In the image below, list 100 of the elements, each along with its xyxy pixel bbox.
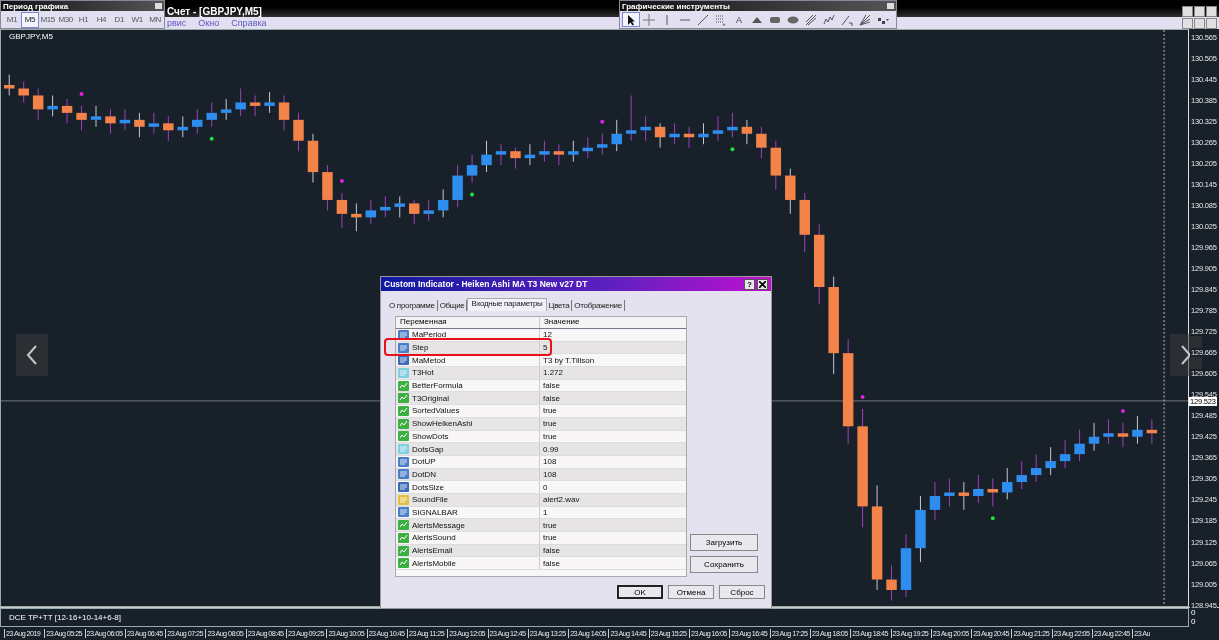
period-button[interactable]: H1 bbox=[74, 12, 93, 27]
parameter-value[interactable]: false bbox=[540, 557, 686, 570]
signal-dot bbox=[860, 395, 865, 399]
candle bbox=[192, 108, 203, 135]
dialog-tab[interactable]: О программе bbox=[387, 300, 438, 311]
candle bbox=[220, 98, 232, 121]
dialog-button[interactable]: Отмена bbox=[668, 585, 714, 599]
signal-dot bbox=[1120, 408, 1125, 413]
minimize-button[interactable] bbox=[1182, 17, 1193, 29]
menu-item[interactable]: Справка bbox=[231, 18, 267, 28]
parameter-value[interactable]: 1 bbox=[540, 506, 686, 519]
period-button[interactable]: M5 bbox=[20, 11, 39, 28]
parameter-value[interactable]: true bbox=[540, 405, 686, 417]
dialog-tab[interactable]: Цвета bbox=[546, 300, 573, 311]
dialog-button[interactable]: OK bbox=[617, 585, 663, 599]
parameter-row[interactable]: T3Hot 1.272 bbox=[396, 367, 686, 380]
candle bbox=[148, 112, 160, 135]
period-button[interactable]: M1 bbox=[3, 12, 21, 27]
candle bbox=[1016, 460, 1027, 490]
signal-dot bbox=[209, 136, 214, 141]
minimize-button[interactable] bbox=[1182, 6, 1193, 17]
parameter-value[interactable]: true bbox=[540, 519, 686, 531]
candle bbox=[409, 199, 420, 225]
candle bbox=[134, 112, 145, 138]
parameter-row[interactable]: DotsGap 0.99 bbox=[396, 443, 686, 456]
window-title: Счет - [GBPJPY,M5] bbox=[167, 6, 262, 17]
parameter-value[interactable]: 1.272 bbox=[540, 367, 686, 379]
parameter-name: BetterFormula bbox=[412, 381, 463, 391]
candle bbox=[597, 133, 608, 156]
previous-button[interactable] bbox=[16, 334, 48, 376]
signal-dot bbox=[600, 119, 605, 124]
bool-type-icon bbox=[398, 431, 409, 442]
period-button[interactable]: M15 bbox=[38, 12, 57, 27]
bool-type-icon bbox=[398, 558, 409, 569]
parameter-name: AlertsSound bbox=[412, 533, 456, 543]
enum-type-icon bbox=[398, 482, 409, 493]
restore-button[interactable] bbox=[1194, 6, 1205, 17]
parameter-value[interactable]: true bbox=[540, 430, 686, 443]
parameter-value[interactable]: T3 by T.Tillson bbox=[540, 354, 686, 367]
parameter-value[interactable]: 108 bbox=[540, 468, 686, 481]
period-button[interactable]: W1 bbox=[128, 12, 147, 27]
parameter-value[interactable]: true bbox=[540, 417, 686, 430]
parameter-row[interactable]: AlertsMessage true bbox=[396, 519, 686, 532]
candle bbox=[32, 88, 44, 121]
menu-item[interactable]: Окно bbox=[198, 18, 220, 28]
dialog-tab[interactable]: Входные параметры bbox=[467, 298, 547, 311]
parameter-name: DotsGap bbox=[412, 444, 444, 454]
dialog-button[interactable]: Сохранить bbox=[690, 556, 758, 573]
period-button[interactable]: M30 bbox=[56, 12, 75, 27]
parameter-row[interactable]: DotsSize 0 bbox=[396, 481, 686, 494]
parameter-name: MaMetod bbox=[412, 355, 446, 365]
parameter-value[interactable]: 12 bbox=[540, 329, 686, 341]
candle bbox=[1132, 415, 1143, 445]
candle bbox=[18, 81, 29, 103]
candle bbox=[683, 126, 695, 149]
dialog-tab[interactable]: Отображение bbox=[572, 300, 625, 311]
parameter-value[interactable]: 108 bbox=[540, 455, 686, 468]
candle bbox=[1030, 453, 1042, 483]
parameter-value[interactable]: 0 bbox=[540, 481, 686, 493]
period-button[interactable]: MN bbox=[146, 12, 165, 27]
double-type-icon bbox=[398, 444, 409, 455]
parameter-value[interactable]: 0.99 bbox=[540, 443, 686, 455]
candle bbox=[105, 108, 116, 135]
parameter-value[interactable]: false bbox=[540, 544, 686, 557]
menu-item[interactable]: рвис bbox=[167, 18, 187, 28]
int-type-icon bbox=[398, 469, 409, 480]
parameter-row[interactable]: T3Original false bbox=[396, 392, 686, 406]
dialog-button[interactable]: Сброс bbox=[719, 585, 765, 599]
candle bbox=[929, 481, 941, 521]
period-button[interactable]: H4 bbox=[92, 12, 111, 27]
candle bbox=[322, 164, 333, 211]
parameter-name: MaPeriod bbox=[412, 330, 447, 340]
candle bbox=[915, 495, 926, 563]
parameter-value[interactable]: true bbox=[540, 532, 686, 544]
candle bbox=[582, 136, 594, 159]
candle bbox=[1045, 446, 1056, 476]
parameter-row[interactable]: AlertsSound true bbox=[396, 532, 686, 545]
toolbar-title: Графические инструменты bbox=[622, 1, 730, 11]
close-button[interactable] bbox=[757, 278, 768, 290]
parameter-row[interactable]: AlertsMobile false bbox=[396, 557, 686, 571]
candle bbox=[177, 115, 189, 138]
signal-dot bbox=[730, 147, 735, 152]
candle bbox=[625, 94, 637, 142]
help-button[interactable]: ? bbox=[744, 278, 755, 290]
column-header[interactable]: Значение bbox=[540, 317, 686, 328]
parameter-value[interactable]: alert2.wav bbox=[540, 493, 686, 506]
text-tool-button[interactable]: A bbox=[730, 12, 748, 27]
parameter-value[interactable]: false bbox=[540, 379, 686, 392]
candle bbox=[278, 94, 290, 131]
parameter-row[interactable]: MaPeriod 12 bbox=[396, 329, 686, 342]
column-header[interactable]: Переменная bbox=[396, 317, 540, 328]
parameter-row[interactable]: MaMetod T3 by T.Tillson bbox=[396, 354, 686, 368]
parameter-value[interactable]: false bbox=[540, 392, 686, 405]
parameter-row[interactable]: SortedValues true bbox=[396, 405, 686, 418]
restore-button[interactable] bbox=[1194, 17, 1205, 29]
dialog-button[interactable]: Загрузить bbox=[690, 534, 758, 551]
candle bbox=[669, 122, 680, 145]
parameter-name: DotUP bbox=[412, 457, 436, 467]
cursor-tool-icon[interactable] bbox=[622, 12, 640, 27]
period-button[interactable]: D1 bbox=[110, 12, 129, 27]
